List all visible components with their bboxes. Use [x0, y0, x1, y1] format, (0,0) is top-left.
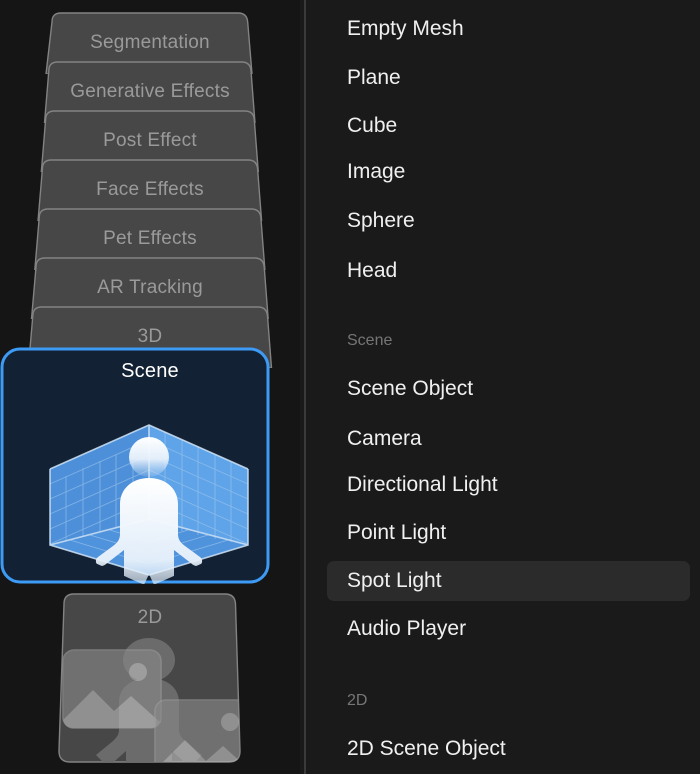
menu-item-directional-light[interactable]: Directional Light	[327, 465, 690, 505]
menu-item-camera[interactable]: Camera	[327, 419, 690, 459]
menu-item-label: Point Light	[347, 521, 447, 544]
menu-item-label: Spot Light	[347, 569, 442, 592]
menu-item-label: Cube	[347, 114, 398, 137]
menu-section-header-scene: Scene	[347, 332, 393, 349]
category-card-label: Segmentation	[90, 32, 210, 53]
menu-item-plane[interactable]: Plane	[327, 58, 690, 98]
menu-item-label: Audio Player	[347, 617, 467, 640]
menu-section-header-2d: 2D	[347, 692, 368, 709]
insert-object-popup: Segmentation Generative Effects Post Eff…	[0, 0, 700, 774]
category-card-label: Pet Effects	[103, 228, 197, 249]
effect-category-stack: Segmentation Generative Effects Post Eff…	[0, 0, 300, 774]
image-thumb-right	[154, 699, 241, 762]
menu-item-cube[interactable]: Cube	[327, 106, 690, 146]
menu-item-sphere[interactable]: Sphere	[327, 201, 690, 241]
menu-item-head[interactable]: Head	[327, 251, 690, 291]
menu-item-label: Empty Mesh	[347, 17, 464, 40]
category-card-label: Face Effects	[96, 179, 204, 200]
menu-item-label: Camera	[347, 427, 422, 450]
category-card-label: Generative Effects	[70, 81, 230, 102]
menu-item-label: Head	[347, 259, 398, 282]
menu-item-image[interactable]: Image	[327, 152, 690, 192]
menu-item-label: 2D Scene Object	[347, 737, 506, 760]
menu-item-label: Plane	[347, 66, 401, 89]
panel-divider	[304, 0, 306, 774]
category-card-label: AR Tracking	[97, 277, 203, 298]
object-insert-menu: Empty Mesh Plane Cube Image Sphere Head …	[300, 0, 700, 774]
menu-item-2d-scene-object[interactable]: 2D Scene Object	[327, 729, 690, 769]
menu-item-empty-mesh[interactable]: Empty Mesh	[327, 9, 690, 49]
image-thumb-left	[62, 649, 162, 729]
menu-item-point-light[interactable]: Point Light	[327, 513, 690, 553]
category-card-label: Post Effect	[103, 130, 197, 151]
menu-item-label: Scene Object	[347, 377, 474, 400]
menu-item-label: Directional Light	[347, 473, 498, 496]
menu-item-audio-player[interactable]: Audio Player	[327, 609, 690, 649]
category-card-label: 2D	[137, 607, 163, 628]
menu-item-label: Image	[347, 160, 406, 183]
menu-item-spot-light[interactable]: Spot Light	[327, 561, 690, 601]
menu-item-label: Sphere	[347, 209, 415, 232]
menu-item-scene-object[interactable]: Scene Object	[327, 369, 690, 409]
category-card-label: Scene	[121, 360, 179, 382]
category-card-label: 3D	[137, 326, 163, 347]
